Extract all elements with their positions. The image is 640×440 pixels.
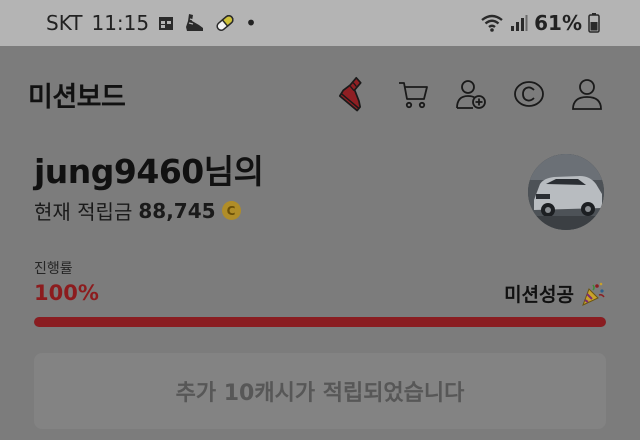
wifi-icon	[480, 13, 504, 33]
status-bar: SKT 11:15 • 61%	[0, 0, 640, 46]
progress-label: 진행률	[34, 261, 73, 277]
progress-bar	[34, 317, 606, 327]
coin-icon: C	[221, 201, 241, 220]
pill-icon	[214, 12, 236, 34]
page-title: 미션보드	[28, 81, 126, 113]
sneaker-icon	[183, 12, 205, 34]
reward-message-banner[interactable]: 추가 10캐시가 적립되었습니다	[34, 353, 606, 429]
reward-message: 추가 10캐시가 적립되었습니다	[175, 381, 465, 406]
party-popper-icon	[580, 281, 606, 307]
battery-icon	[588, 13, 600, 33]
signal-icon	[510, 14, 528, 32]
carrier-label: SKT	[46, 11, 83, 35]
points-label: 현재 적립금	[34, 200, 133, 224]
clock: 11:15	[91, 11, 150, 35]
status-bar-right: 61%	[480, 11, 600, 35]
points-value: 88,745	[138, 198, 216, 223]
profile-icon[interactable]	[570, 77, 604, 111]
add-friend-icon[interactable]	[454, 77, 488, 111]
header-actions	[338, 76, 604, 112]
cart-icon[interactable]	[396, 77, 430, 111]
profile-summary: jung9460님의 현재 적립금 88,745 C	[34, 152, 606, 242]
mission-status: 미션성공	[504, 280, 606, 307]
battery-percent: 61%	[534, 11, 582, 35]
points-row: 현재 적립금 88,745 C	[34, 196, 606, 225]
calendar-icon	[158, 15, 174, 31]
avatar[interactable]	[528, 154, 604, 230]
mission-status-text: 미션성공	[504, 284, 574, 306]
progress-fill	[34, 317, 606, 327]
username-heading: jung9460님의	[34, 152, 264, 191]
status-bar-left: SKT 11:15 •	[46, 11, 257, 35]
sneaker-icon[interactable]	[338, 76, 372, 112]
notification-dot: •	[245, 11, 257, 35]
progress-value: 100%	[34, 281, 99, 305]
copyright-coin-icon[interactable]	[512, 77, 546, 111]
app-header: 미션보드	[0, 46, 640, 142]
